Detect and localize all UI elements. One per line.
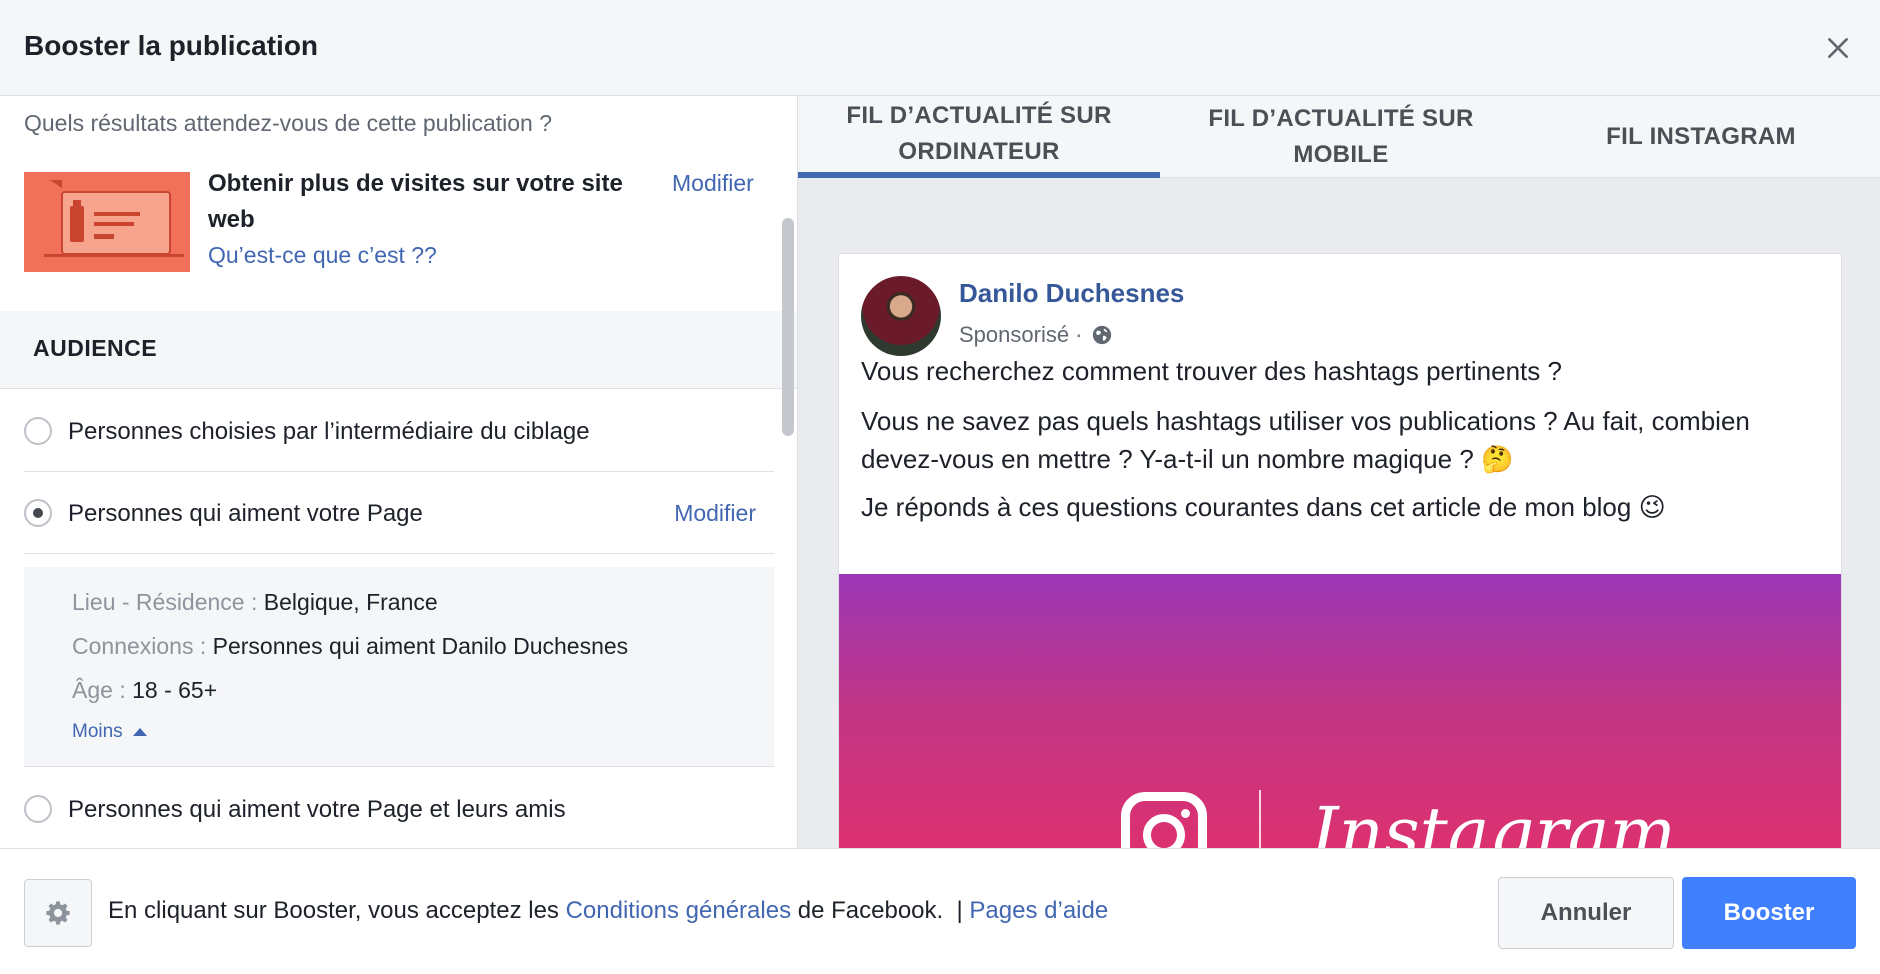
sponsored-label: Sponsorisé · (959, 322, 1113, 348)
boost-post-dialog: Booster la publication Quels résultats a… (0, 0, 1880, 974)
dialog-title: Booster la publication (24, 30, 319, 61)
preview-panel: FIL D’ACTUALITÉ SUR ORDINATEUR FIL D’ACT… (798, 96, 1880, 848)
caret-up-icon (132, 728, 147, 736)
post-paragraph: Je réponds à ces questions courantes dan… (861, 492, 1666, 522)
radio-button[interactable] (24, 417, 52, 445)
detail-age: Âge : 18 - 65+ (72, 677, 218, 703)
post-preview-card: Danilo Duchesnes Sponsorisé · Vous reche… (838, 253, 1842, 848)
dialog-header: Booster la publication (0, 0, 1880, 96)
close-icon (1828, 38, 1848, 58)
goal-help-link[interactable]: Qu’est-ce que c’est ?? (208, 242, 437, 269)
settings-button[interactable] (24, 879, 92, 947)
tab-desktop-feed[interactable]: FIL D’ACTUALITÉ SUR ORDINATEUR (798, 96, 1160, 178)
boost-button[interactable]: Booster (1682, 877, 1856, 949)
audience-option-targeting[interactable]: Personnes choisies par l’intermédiaire d… (24, 390, 774, 472)
tab-mobile-feed[interactable]: FIL D’ACTUALITÉ SUR MOBILE (1160, 96, 1522, 178)
audience-details: Lieu - Résidence : Belgique, France Conn… (24, 567, 774, 767)
detail-location: Lieu - Résidence : Belgique, France (72, 589, 438, 615)
tab-instagram-feed[interactable]: FIL INSTAGRAM (1520, 96, 1880, 178)
audience-option-page-fans[interactable]: Personnes qui aiment votre Page Modifier (24, 472, 774, 554)
post-author[interactable]: Danilo Duchesnes (959, 278, 1184, 309)
detail-connections: Connexions : Personnes qui aiment Danilo… (72, 633, 629, 659)
goal-illustration (24, 172, 190, 272)
preview-tabs: FIL D’ACTUALITÉ SUR ORDINATEUR FIL D’ACT… (798, 96, 1880, 178)
settings-panel[interactable]: Quels résultats attendez-vous de cette p… (0, 96, 798, 848)
dialog-footer: En cliquant sur Booster, vous acceptez l… (0, 848, 1880, 974)
radio-button-selected[interactable] (24, 499, 52, 527)
post-image: Instagram (839, 574, 1841, 848)
audience-modify-link[interactable]: Modifier (674, 500, 756, 527)
close-button[interactable] (1818, 28, 1858, 68)
globe-icon (1092, 325, 1111, 345)
goal-modify-link[interactable]: Modifier (672, 170, 754, 197)
help-pages-link[interactable]: Pages d’aide (969, 897, 1108, 924)
radio-button[interactable] (24, 795, 52, 823)
audience-section-header: AUDIENCE (0, 311, 797, 389)
show-less-link[interactable]: Moins (72, 721, 147, 743)
instagram-logo-icon (1121, 792, 1207, 848)
goal-question: Quels résultats attendez-vous de cette p… (24, 110, 553, 136)
post-paragraph: Vous recherchez comment trouver des hash… (861, 356, 1562, 386)
gear-icon (46, 901, 70, 925)
terms-link[interactable]: Conditions générales (566, 897, 791, 924)
avatar (861, 276, 941, 356)
cancel-button[interactable]: Annuler (1498, 877, 1674, 949)
post-paragraph: Vous ne savez pas quels hashtags utilise… (861, 406, 1750, 474)
audience-title: AUDIENCE (33, 335, 158, 361)
terms-text: En cliquant sur Booster, vous acceptez l… (108, 897, 1109, 924)
scrollbar-thumb[interactable] (782, 218, 794, 436)
divider (1259, 790, 1261, 848)
audience-option-label: Personnes qui aiment votre Page (68, 500, 423, 527)
audience-option-fans-and-friends[interactable]: Personnes qui aiment votre Page et leurs… (24, 768, 774, 848)
goal-title: Obtenir plus de visites sur votre site w… (208, 170, 623, 233)
audience-option-label: Personnes qui aiment votre Page et leurs… (68, 796, 566, 823)
audience-option-label: Personnes choisies par l’intermédiaire d… (68, 418, 590, 445)
instagram-wordmark: Instagram (1311, 792, 1676, 848)
